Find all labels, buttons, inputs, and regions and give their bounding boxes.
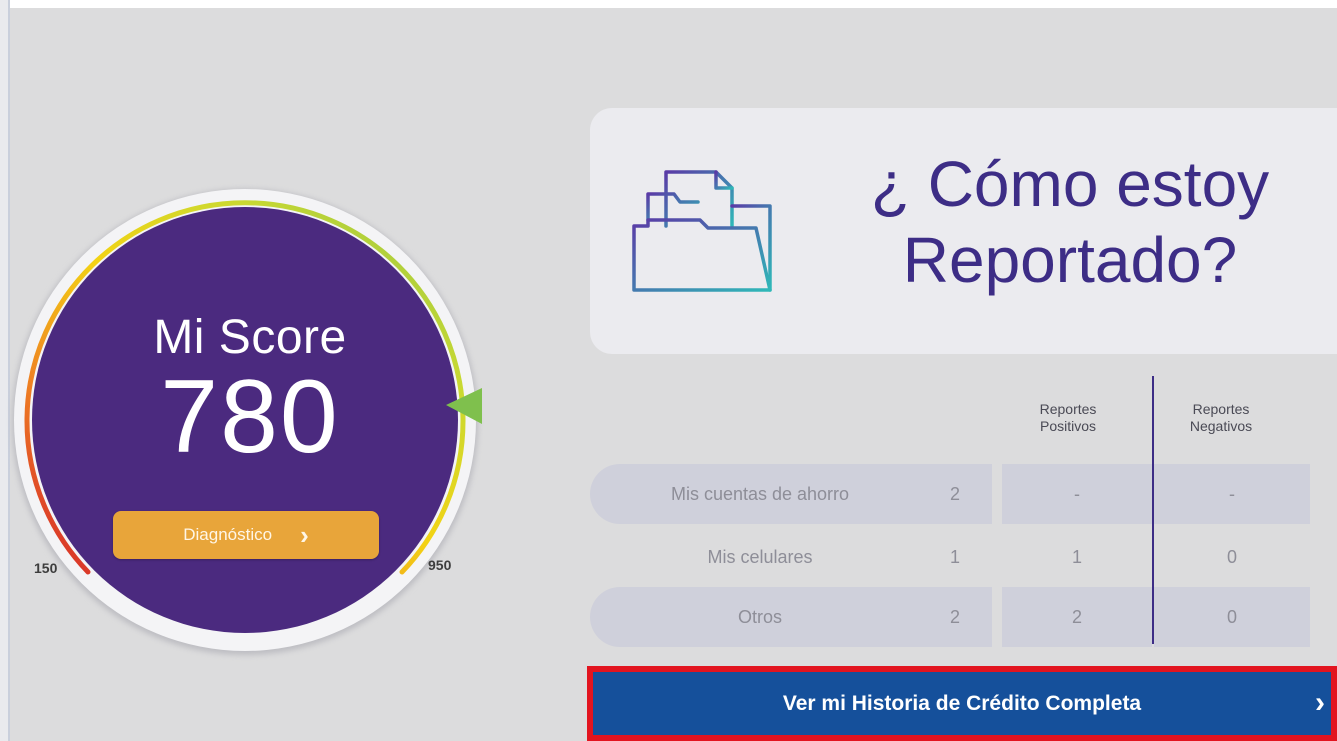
column-divider (1152, 376, 1154, 644)
row-negative-value: - (1229, 484, 1235, 504)
column-header-positive: Reportes Positivos (1008, 401, 1128, 435)
row-label: Mis cuentas de ahorro (670, 484, 850, 504)
table-row[interactable]: Mis cuentas de ahorro 2 - - (590, 464, 1310, 524)
row-positive-value: 2 (1071, 607, 1082, 627)
credit-history-button[interactable]: Ver mi Historia de Crédito Completa › (587, 666, 1337, 741)
row-positive-value: - (1074, 484, 1080, 504)
table-row[interactable]: Mis celulares 1 1 0 (590, 527, 1310, 587)
folder-document-icon (632, 170, 772, 292)
report-title-line2: Reportado? (902, 224, 1238, 296)
column-header-negative-line2: Negativos (1189, 418, 1253, 434)
credit-history-button-label: Ver mi Historia de Crédito Completa (782, 691, 1142, 715)
column-header-positive-line1: Reportes (1039, 401, 1097, 417)
chevron-right-icon: › (1315, 686, 1325, 719)
score-gauge: Mi Score 780 Diagnóstico › 150 950 (0, 0, 520, 741)
score-min-label: 150 (34, 560, 58, 576)
report-title-line1: ¿ Cómo estoy (870, 148, 1270, 220)
row-negative-value: 0 (1226, 547, 1237, 567)
diagnostic-button[interactable]: Diagnóstico › (113, 511, 379, 559)
column-header-negative: Reportes Negativos (1161, 401, 1281, 435)
score-title: Mi Score (153, 311, 347, 364)
diagnostic-button-label: Diagnóstico (183, 525, 273, 544)
score-max-label: 950 (428, 557, 452, 573)
row-label: Mis celulares (707, 547, 813, 567)
row-label: Otros (737, 607, 782, 627)
row-negative-value: 0 (1226, 607, 1237, 627)
table-row[interactable]: Otros 2 2 0 (590, 587, 1310, 647)
report-title: ¿ Cómo estoy Reportado? (820, 146, 1320, 298)
row-count: 2 (949, 484, 960, 504)
column-header-positive-line2: Positivos (1039, 418, 1097, 434)
row-count: 2 (949, 607, 960, 627)
row-count: 1 (949, 547, 960, 567)
column-header-negative-line1: Reportes (1192, 401, 1250, 417)
reports-summary-table: Reportes Positivos Reportes Negativos Mi… (590, 376, 1337, 647)
row-positive-value: 1 (1071, 547, 1082, 567)
credit-history-button-body: Ver mi Historia de Crédito Completa › (593, 672, 1331, 735)
score-value: 780 (160, 359, 340, 475)
chevron-right-icon: › (300, 520, 309, 550)
report-header-card: ¿ Cómo estoy Reportado? (590, 108, 1337, 354)
